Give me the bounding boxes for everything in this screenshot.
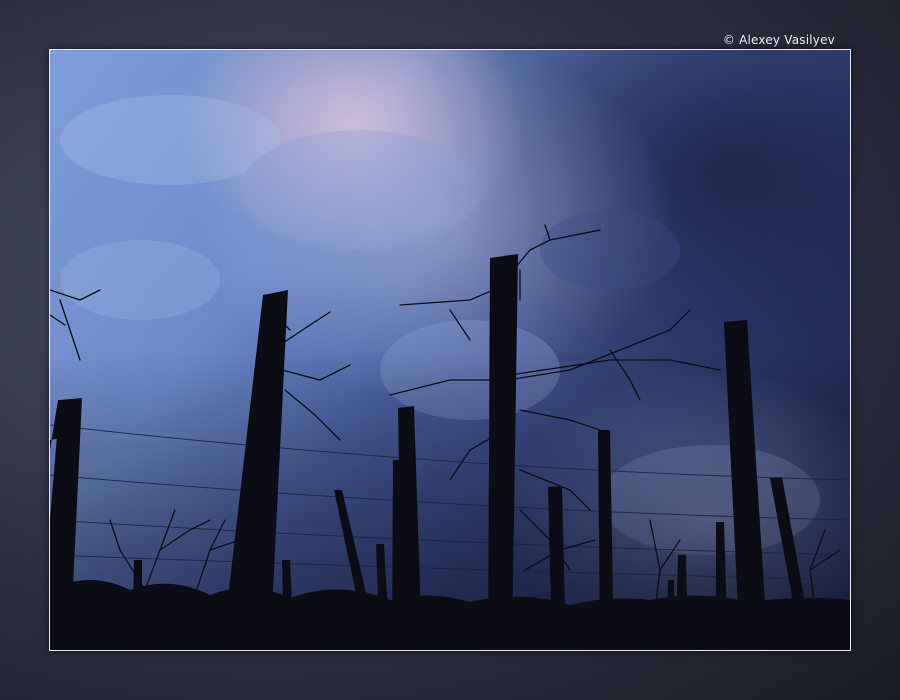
copyright-credit: © Alexey Vasilyev — [722, 33, 835, 47]
photo-frame — [49, 49, 851, 651]
photo — [50, 50, 850, 650]
page: © Alexey Vasilyev — [0, 0, 900, 700]
